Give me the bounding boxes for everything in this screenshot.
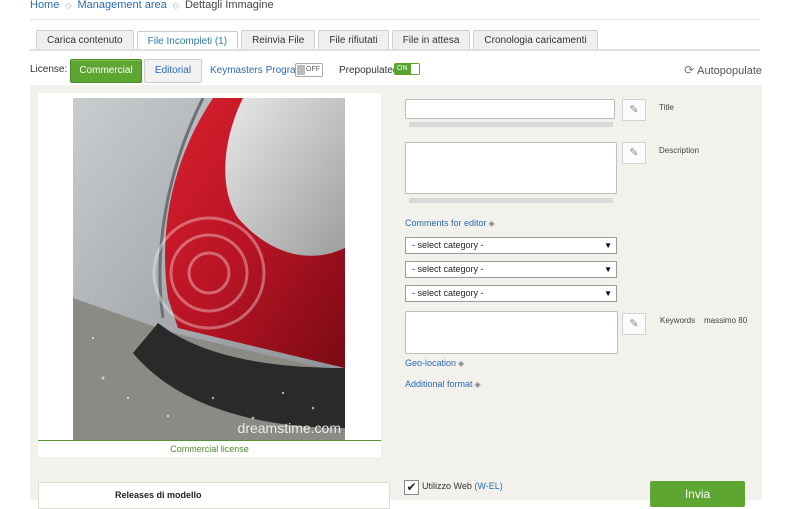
watermark-text: dreamstime.com (237, 420, 341, 436)
description-label: Description (659, 146, 700, 155)
editorial-license-button[interactable]: Editorial (144, 59, 202, 83)
taillight-photo (73, 98, 345, 440)
bottom-section: Releases di modello ✔ Utilizzo Web (W-EL… (30, 463, 762, 509)
pencil-icon: ✎ (629, 318, 639, 330)
tab-cronologia-caricamenti[interactable]: Cronologia caricamenti (473, 30, 598, 50)
tab-file-in-attesa[interactable]: File in attesa (391, 30, 471, 50)
breadcrumb-management-link[interactable]: Management area (78, 0, 167, 11)
keywords-label-text: Keywords (660, 316, 696, 325)
web-use-code: (W-EL) (474, 481, 503, 491)
keywords-textarea[interactable] (405, 311, 618, 354)
dropdown-arrow-icon: ▼ (604, 289, 612, 298)
tab-file-rifiutati[interactable]: File rifiutati (318, 30, 389, 50)
web-use-checkbox[interactable]: ✔ (404, 480, 419, 495)
title-edit-button[interactable]: ✎ (622, 99, 646, 121)
dropdown-arrow-icon: ▼ (604, 265, 612, 274)
pencil-icon: ✎ (629, 147, 639, 159)
category-select-2[interactable]: - select category - ▼ (405, 261, 617, 278)
model-releases-box: Releases di modello (38, 482, 390, 509)
keymasters-toggle[interactable]: OFF (295, 63, 323, 77)
category-select-value: - select category - (412, 264, 484, 274)
breadcrumb-separator-icon: ◇ (65, 1, 72, 10)
description-edit-button[interactable]: ✎ (622, 142, 646, 164)
prepopulated-toggle[interactable]: ON (394, 63, 420, 75)
tab-file-incompleti[interactable]: File Incompleti (1) (136, 31, 239, 51)
model-releases-title: Releases di modello (115, 490, 202, 500)
title-input[interactable] (405, 99, 615, 119)
comments-for-editor-label: Comments for editor (405, 218, 487, 228)
comments-for-editor-link[interactable]: Comments for editor ◈ (405, 218, 495, 228)
toggle-knob (297, 65, 305, 75)
breadcrumb-separator-icon: ◇ (172, 1, 179, 10)
prepopulated-label: Prepopulated (339, 65, 399, 76)
additional-format-link[interactable]: Additional format ◈ (405, 379, 481, 389)
keywords-label: Keywords massimo 80 (660, 316, 747, 325)
autopopulate-label: Autopopulate (697, 65, 762, 77)
submit-button[interactable]: Invia (650, 481, 745, 507)
pin-icon: ◈ (474, 380, 481, 389)
image-license-caption: Commercial license (38, 440, 381, 457)
upload-tabs: Carica contenuto File Incompleti (1) Rei… (36, 30, 598, 51)
geo-location-label: Geo-location (405, 358, 457, 368)
geo-location-link[interactable]: Geo-location ◈ (405, 358, 464, 368)
tab-carica-contenuto[interactable]: Carica contenuto (36, 30, 134, 50)
commercial-license-button[interactable]: Commercial (70, 59, 142, 83)
keymasters-toggle-state: OFF (306, 66, 320, 73)
toggle-knob (411, 64, 419, 74)
breadcrumb-current: Dettagli Immagine (184, 0, 274, 11)
breadcrumb-home-link[interactable]: Home (30, 0, 59, 11)
title-label: Title (659, 103, 674, 112)
license-label: License: (30, 64, 68, 75)
tab-reinvia-file[interactable]: Reinvia File (241, 30, 316, 50)
category-select-3[interactable]: - select category - ▼ (405, 285, 617, 302)
image-preview: dreamstime.com (73, 98, 345, 440)
image-details-panel: dreamstime.com Commercial license ✎ Titl… (30, 85, 762, 463)
category-select-value: - select category - (412, 288, 484, 298)
category-select-value: - select category - (412, 240, 484, 250)
pencil-icon: ✎ (629, 104, 639, 116)
description-progress-bar (409, 198, 613, 203)
image-preview-box: dreamstime.com Commercial license (38, 93, 381, 457)
description-textarea[interactable] (405, 142, 617, 194)
license-row: License: Commercial Editorial Keymasters… (30, 58, 762, 83)
title-progress-bar (409, 122, 613, 127)
dropdown-arrow-icon: ▼ (604, 241, 612, 250)
keywords-max-text: massimo 80 (704, 316, 748, 325)
tab-underline (30, 49, 760, 51)
keymasters-program-link[interactable]: Keymasters Program (210, 65, 304, 76)
web-use-label: Utilizzo Web (W-EL) (422, 481, 503, 491)
pin-icon: ◈ (488, 219, 495, 228)
divider (30, 19, 760, 20)
prepopulated-toggle-state: ON (397, 65, 408, 72)
pin-icon: ◈ (458, 359, 465, 368)
additional-format-label: Additional format (405, 379, 473, 389)
keywords-edit-button[interactable]: ✎ (622, 313, 646, 335)
web-use-text: Utilizzo Web (422, 481, 472, 491)
category-select-1[interactable]: - select category - ▼ (405, 237, 617, 254)
autopopulate-button[interactable]: ⟳ Autopopulate (684, 63, 762, 77)
details-form: ✎ Title ✎ Description Comments for edito… (405, 85, 762, 463)
refresh-icon: ⟳ (684, 63, 695, 77)
breadcrumb: Home ◇ Management area ◇ Dettagli Immagine (30, 0, 274, 12)
